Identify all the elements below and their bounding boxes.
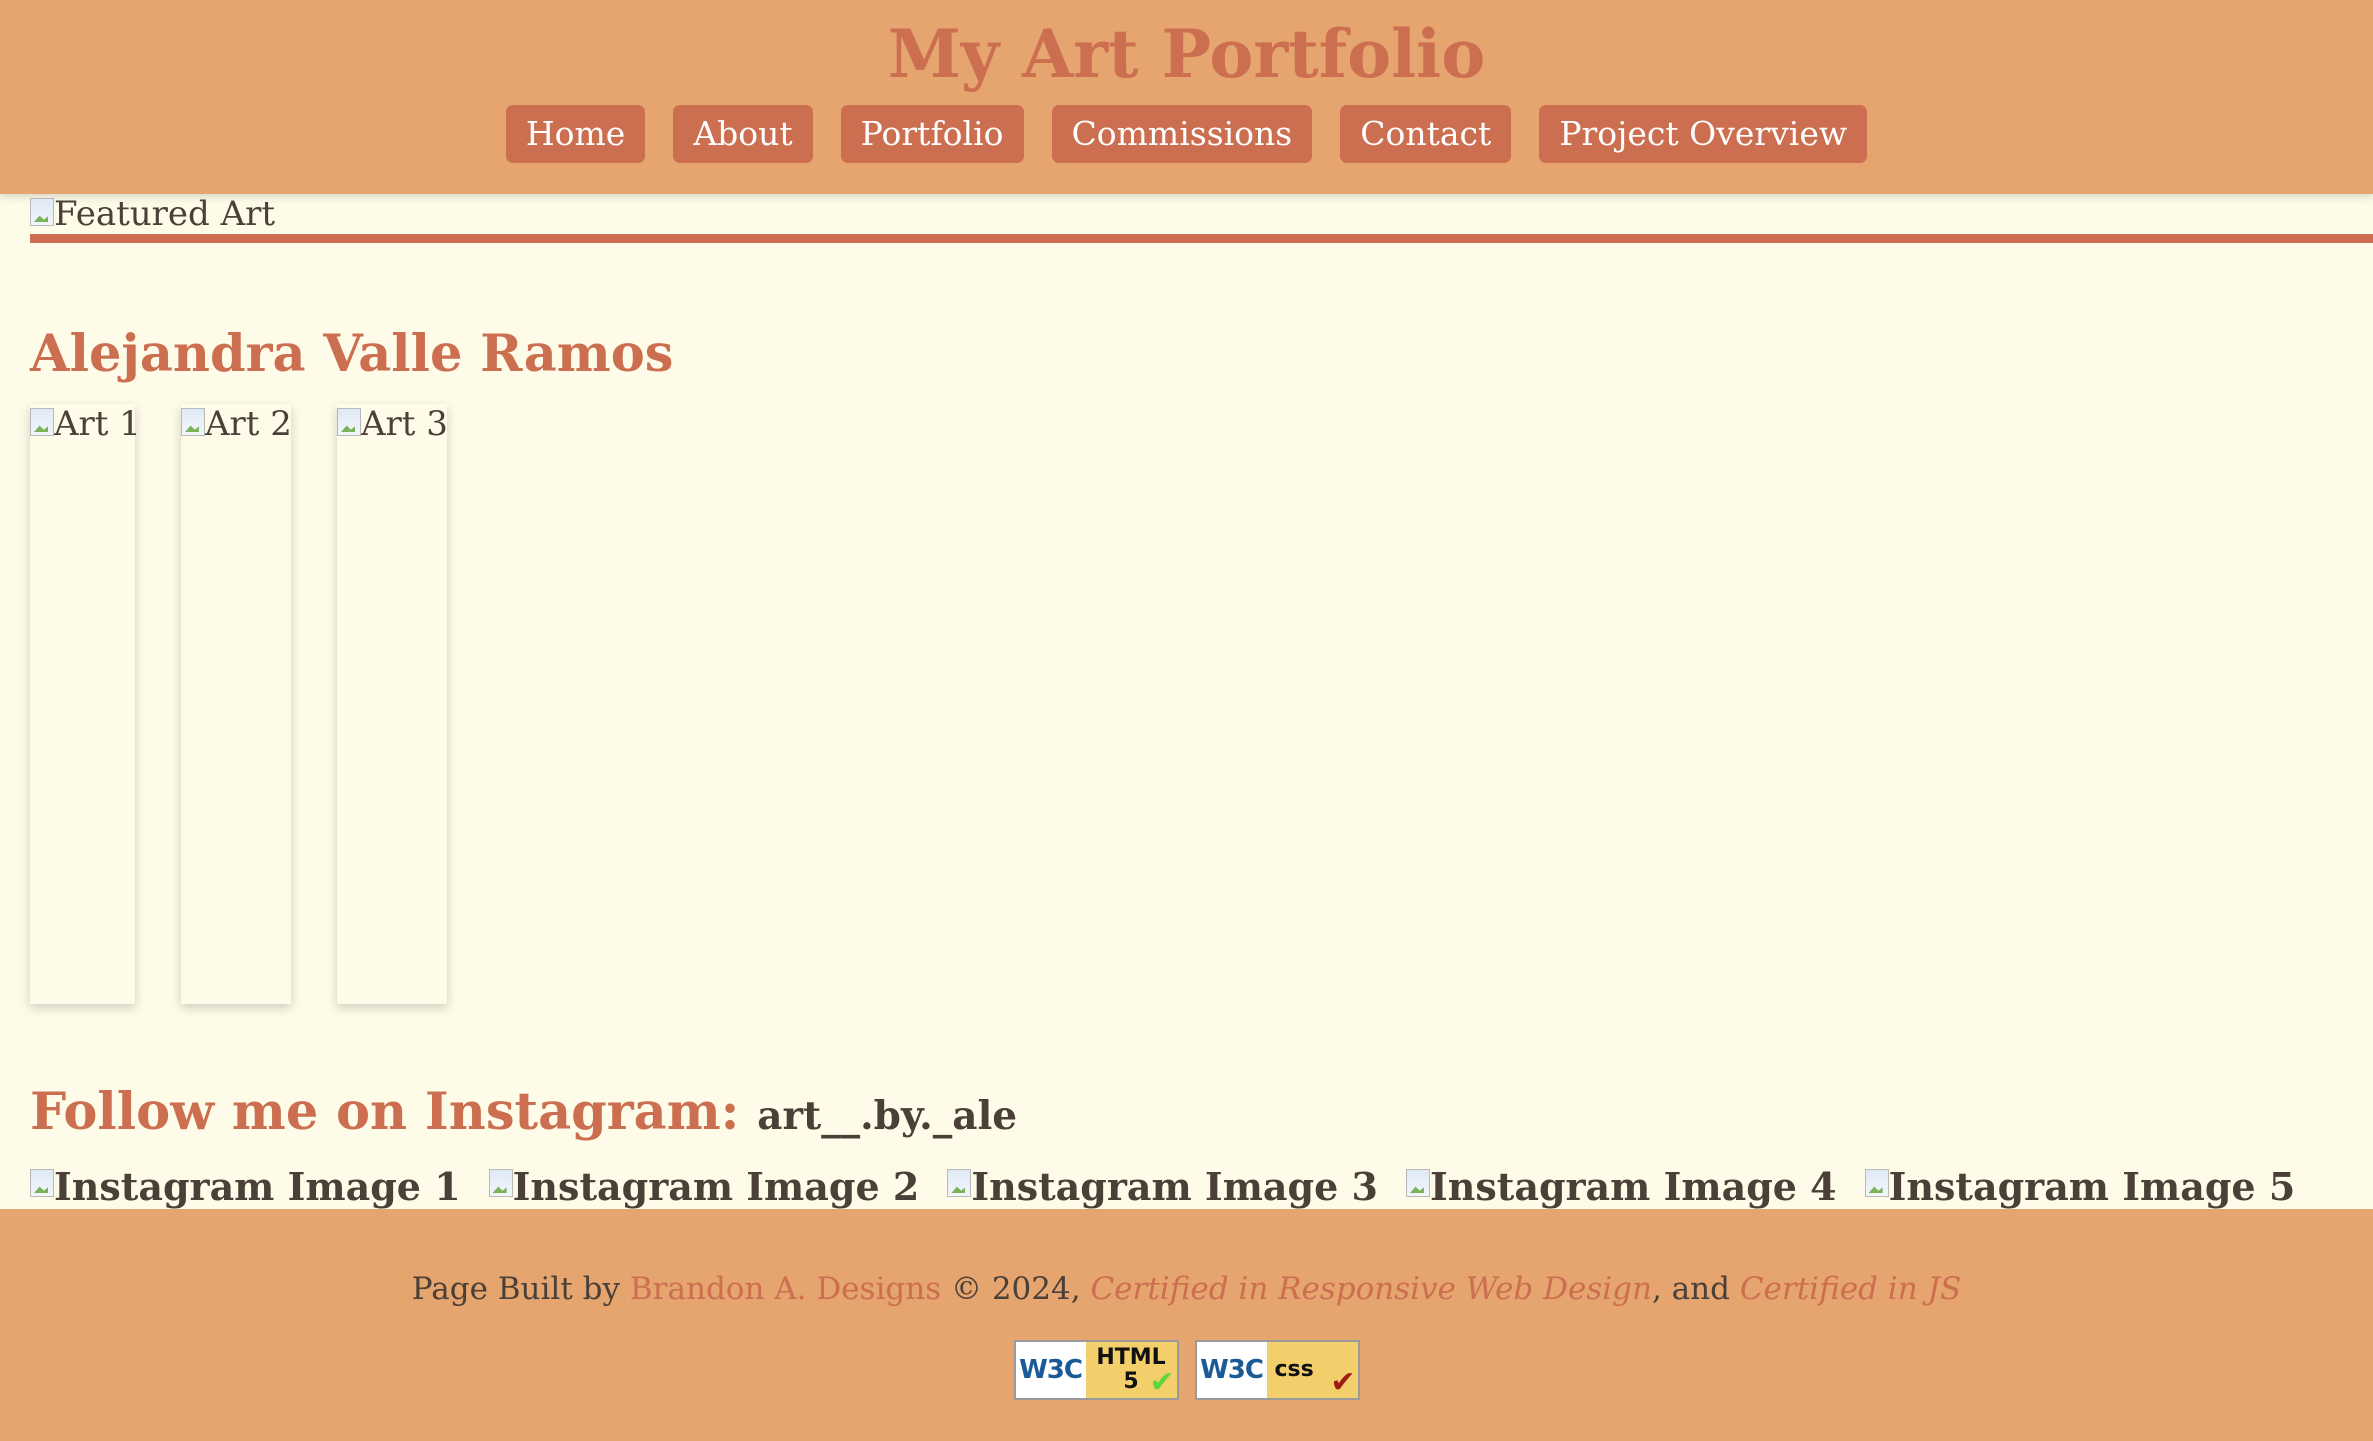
green-check-icon: ✔ (1149, 1365, 1175, 1400)
site-header: My Art Portfolio Home About Portfolio Co… (0, 0, 2373, 194)
broken-image-icon (30, 408, 54, 436)
site-title: My Art Portfolio (887, 15, 1486, 93)
nav-contact[interactable]: Contact (1340, 105, 1512, 163)
instagram-image-alt: Instagram Image 1 (54, 1164, 461, 1209)
nav-portfolio[interactable]: Portfolio (840, 105, 1024, 163)
w3c-html5-badge[interactable]: W3C HTML 5 ✔ (1013, 1340, 1179, 1400)
nav-about[interactable]: About (673, 105, 813, 163)
nav-project-overview[interactable]: Project Overview (1539, 105, 1868, 163)
nav-commissions[interactable]: Commissions (1051, 105, 1313, 163)
red-check-icon: ✔ (1330, 1365, 1356, 1400)
featured-art-alt: Featured Art (54, 194, 276, 234)
html5-label: HTML 5 ✔ (1085, 1342, 1177, 1400)
gallery-card-2[interactable]: Art 2 (181, 404, 292, 1004)
broken-image-icon (1864, 1169, 1889, 1197)
gallery-image-alt: Art 2 (205, 404, 292, 444)
gallery-image-alt: Art 3 (361, 404, 448, 444)
designer-link[interactable]: Brandon A. Designs (630, 1271, 941, 1307)
css-label-text: css (1274, 1357, 1314, 1382)
main-nav: Home About Portfolio Commissions Contact… (0, 105, 2373, 163)
w3c-logo: W3C (1019, 1355, 1083, 1385)
gallery-image-3: Art 3 (337, 404, 448, 444)
broken-image-icon (181, 408, 205, 436)
gallery-image-2: Art 2 (181, 404, 292, 444)
instagram-image-4[interactable]: Instagram Image 4 (1405, 1164, 1837, 1209)
instagram-image-5[interactable]: Instagram Image 5 (1864, 1164, 2296, 1209)
instagram-image-alt: Instagram Image 4 (1429, 1164, 1837, 1209)
broken-image-icon (1405, 1169, 1430, 1197)
instagram-image-alt: Instagram Image 3 (971, 1164, 1378, 1209)
w3c-css-badge[interactable]: W3C css ✔ (1194, 1340, 1360, 1400)
instagram-handle[interactable]: art__.by._ale (757, 1093, 1017, 1139)
cert-rwd-link[interactable]: Certified in Responsive Web Design (1090, 1271, 1652, 1307)
css-label: css ✔ (1266, 1342, 1358, 1400)
copyright-text: © 2024, (950, 1271, 1081, 1307)
footer-credits: Page Built by Brandon A. Designs © 2024,… (0, 1269, 2373, 1309)
validation-badges: W3C HTML 5 ✔ W3C css ✔ (0, 1340, 2373, 1400)
instagram-heading-label: Follow me on Instagram: (30, 1082, 740, 1142)
gallery-card-1[interactable]: Art 1 (30, 404, 141, 1004)
instagram-gallery: Instagram Image 1 Instagram Image 2 Inst… (30, 1165, 2295, 1209)
instagram-heading: Follow me on Instagram: art__.by._ale (30, 1080, 1017, 1148)
instagram-image-3[interactable]: Instagram Image 3 (947, 1165, 1378, 1209)
credits-prefix: Page Built by (411, 1271, 621, 1307)
site-footer: Page Built by Brandon A. Designs © 2024,… (0, 1209, 2373, 1441)
broken-image-icon (488, 1169, 513, 1197)
featured-divider (30, 234, 2373, 243)
html-label-line2: 5 (1123, 1369, 1139, 1394)
featured-art-image: Featured Art (30, 194, 275, 234)
cert-js-link[interactable]: Certified in JS (1740, 1271, 1961, 1307)
instagram-image-alt: Instagram Image 2 (512, 1164, 920, 1209)
gallery-card-3[interactable]: Art 3 (337, 404, 448, 1004)
broken-image-icon (947, 1169, 972, 1197)
instagram-image-2[interactable]: Instagram Image 2 (488, 1164, 920, 1209)
gallery-image-alt: Art 1 (54, 404, 141, 444)
instagram-image-alt: Instagram Image 5 (1888, 1164, 2296, 1209)
instagram-image-1[interactable]: Instagram Image 1 (30, 1165, 461, 1209)
gallery-image-1: Art 1 (30, 404, 141, 444)
broken-image-icon (30, 198, 54, 226)
artist-name: Alejandra Valle Ramos (30, 324, 674, 384)
broken-image-icon (30, 1169, 54, 1197)
w3c-logo: W3C (1200, 1355, 1264, 1385)
nav-home[interactable]: Home (505, 105, 646, 163)
broken-image-icon (337, 408, 361, 436)
credits-and: , and (1651, 1271, 1730, 1307)
